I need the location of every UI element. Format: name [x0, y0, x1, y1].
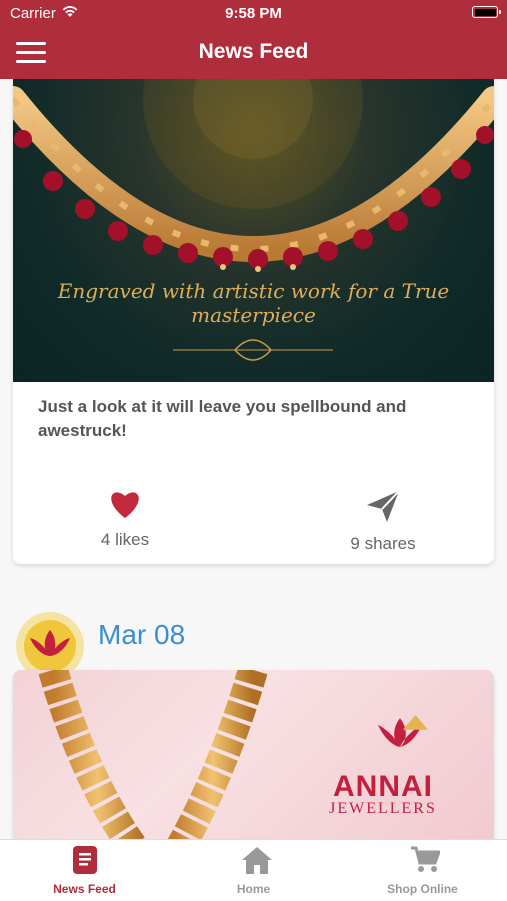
tab-news-feed[interactable]: News Feed: [0, 840, 169, 901]
brand-sub: JEWELLERS: [329, 800, 437, 817]
send-icon: [367, 490, 400, 522]
cart-icon: [411, 846, 440, 872]
status-time: 9:58 PM: [225, 5, 282, 22]
post-card: ANNAI JEWELLERS: [13, 670, 494, 839]
status-bar: Carrier 9:58 PM: [0, 0, 507, 26]
page-title: News Feed: [198, 40, 309, 63]
tab-home[interactable]: Home: [169, 840, 338, 901]
home-icon: [242, 847, 272, 874]
brand-logo: ANNAI JEWELLERS: [283, 770, 483, 818]
heart-icon: [111, 492, 139, 518]
lotus-icon: [30, 630, 70, 656]
post-image-text: Engraved with artistic work for a True m…: [57, 279, 450, 327]
tab-label: Home: [236, 882, 271, 896]
post-date: Mar 08: [98, 619, 186, 650]
likes-count: 4 likes: [100, 530, 150, 549]
post-image-necklace: Engraved with artistic work for a True m…: [13, 79, 494, 382]
nav-bar: News Feed: [0, 26, 507, 79]
post-card: Engraved with artistic work for a True m…: [13, 79, 494, 564]
tab-bar: News Feed Home Shop Online: [0, 839, 507, 901]
tab-shop-online[interactable]: Shop Online: [338, 840, 507, 901]
feed-scroll[interactable]: Engraved with artistic work for a True m…: [0, 79, 507, 839]
battery-icon: [472, 6, 501, 18]
post-caption: Just a look at it will leave you spellbo…: [38, 397, 407, 440]
shares-count: 9 shares: [350, 534, 416, 553]
tab-label: Shop Online: [387, 882, 458, 896]
necklace-illustration: [13, 79, 494, 361]
share-button[interactable]: 9 shares: [313, 489, 453, 554]
news-icon: [73, 846, 97, 874]
brand-name: ANNAI: [333, 770, 433, 803]
like-button[interactable]: 4 likes: [55, 489, 195, 550]
tab-label: News Feed: [53, 882, 116, 896]
post-image-brand: ANNAI JEWELLERS: [13, 670, 494, 839]
